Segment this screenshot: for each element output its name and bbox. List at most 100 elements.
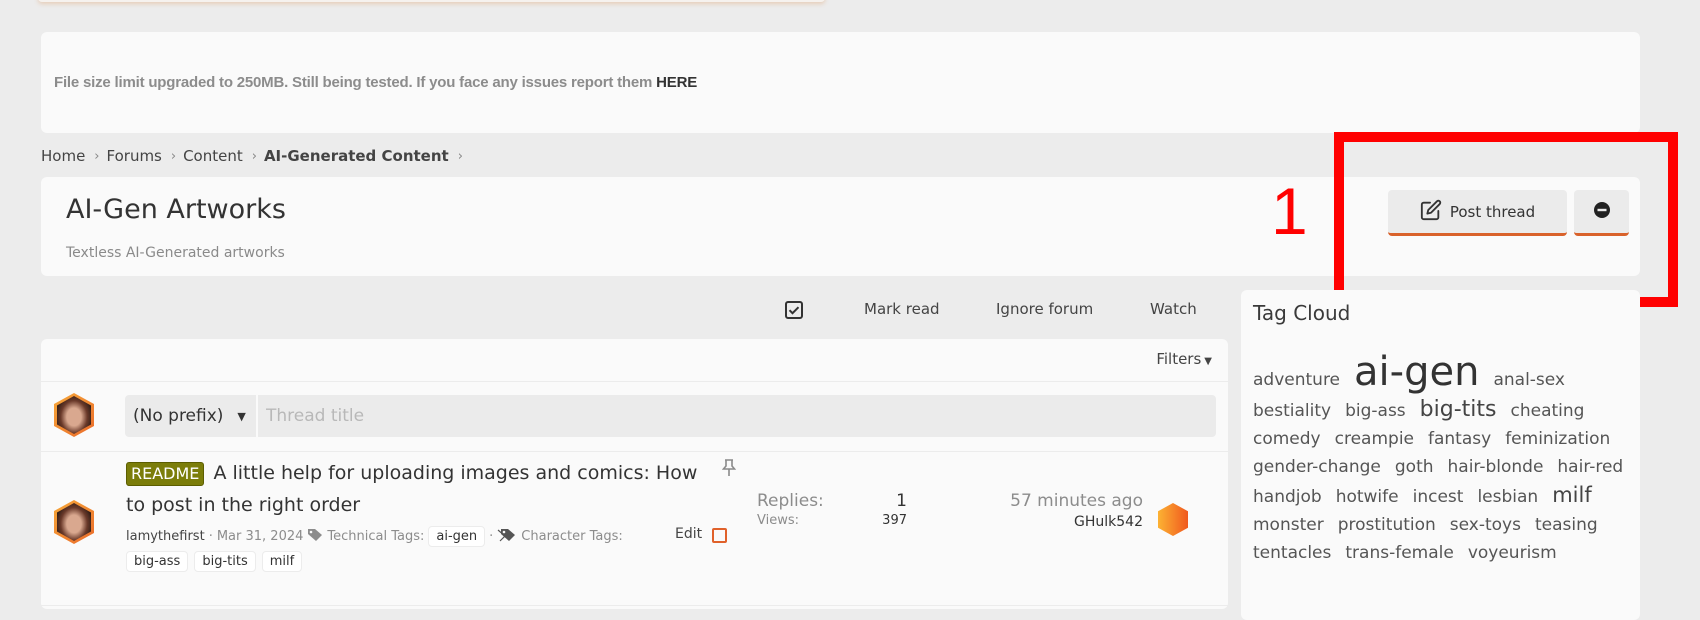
thread-meta: lamythefirst · Mar 31, 2024 Technical Ta…	[126, 526, 623, 547]
character-tags: big-ass big-tits milf	[126, 551, 303, 572]
tag-cloud-item[interactable]: creampie	[1335, 425, 1414, 453]
tag-cloud-item[interactable]: comedy	[1253, 425, 1321, 453]
character-tags-label: Character Tags:	[521, 529, 623, 544]
last-post: 57 minutes ago GHulk542	[1010, 491, 1143, 530]
tag-cloud-item[interactable]: sex-toys	[1450, 511, 1521, 539]
tag-cloud-item[interactable]: feminization	[1505, 425, 1610, 453]
thread-date[interactable]: Mar 31, 2024	[217, 529, 304, 544]
breadcrumb-forums[interactable]: Forums	[107, 147, 162, 165]
prefix-value: (No prefix)	[133, 406, 224, 426]
tag-cloud-item[interactable]: adventure	[1253, 366, 1340, 394]
page-title: AI-Gen Artworks	[66, 194, 286, 225]
breadcrumb-ai-generated-content[interactable]: AI-Generated Content	[264, 147, 449, 165]
tag-cloud-item[interactable]: goth	[1395, 453, 1434, 481]
forum-actions-bar: Mark read Ignore forum Watch	[770, 298, 1210, 322]
chevron-right-icon: ›	[94, 148, 100, 164]
avatar[interactable]	[54, 393, 94, 437]
tag-cloud-item[interactable]: handjob	[1253, 483, 1322, 511]
select-checkbox[interactable]	[712, 528, 727, 543]
notice-message: File size limit upgraded to 250MB. Still…	[54, 74, 653, 91]
thread-author[interactable]: lamythefirst	[126, 529, 205, 544]
tag-cloud-item[interactable]: big-tits	[1420, 396, 1497, 424]
chevron-right-icon: ›	[457, 148, 463, 164]
thread-row: README A little help for uploading image…	[41, 455, 1228, 605]
breadcrumb: Home › Forums › Content › AI-Generated C…	[41, 147, 470, 165]
top-banner-edge	[38, 0, 825, 2]
tag-cloud-item[interactable]: lesbian	[1477, 483, 1538, 511]
tag-cloud-item[interactable]: big-ass	[1345, 397, 1406, 425]
post-thread-label: Post thread	[1449, 202, 1536, 221]
replies-count: 1	[896, 491, 907, 511]
tag-cloud-item[interactable]: teasing	[1535, 511, 1598, 539]
tag-cloud-widget: Tag Cloud adventure ai-gen anal-sex bestial…	[1241, 290, 1640, 620]
annotation-number: 1	[1271, 174, 1308, 248]
tag-cloud-item[interactable]: trans-female	[1345, 539, 1453, 567]
views-count: 397	[882, 513, 907, 528]
filters-dropdown[interactable]: Filters ▼	[1156, 350, 1212, 368]
more-options-button[interactable]	[1574, 190, 1629, 236]
divider	[41, 451, 1228, 452]
tag-icon	[307, 528, 323, 546]
quick-thread-form: (No prefix) ▼	[125, 395, 1216, 437]
tag-cloud-title: Tag Cloud	[1253, 301, 1351, 325]
prefix-select[interactable]: (No prefix) ▼	[125, 395, 256, 437]
edit-button[interactable]: Edit	[675, 526, 702, 542]
tag-cloud-item[interactable]: cheating	[1510, 397, 1584, 425]
tag-cloud-item[interactable]: prostitution	[1338, 511, 1436, 539]
thread-stats: Replies: 1 Views: 397	[757, 491, 907, 528]
tag-chip[interactable]: milf	[261, 551, 303, 572]
mark-read-button[interactable]: Mark read	[864, 300, 940, 318]
pin-icon	[721, 459, 737, 481]
tags-icon	[497, 528, 517, 546]
filters-label: Filters	[1156, 350, 1202, 368]
tag-cloud-item[interactable]: voyeurism	[1468, 539, 1557, 567]
tag-chip[interactable]: big-tits	[194, 551, 256, 572]
minus-circle-icon	[1593, 201, 1611, 223]
tag-cloud-item[interactable]: tentacles	[1253, 539, 1331, 567]
chevron-right-icon: ›	[170, 148, 177, 164]
last-post-user[interactable]: GHulk542	[1010, 514, 1143, 530]
tag-cloud-item[interactable]: anal-sex	[1493, 366, 1565, 394]
tag-cloud-item[interactable]: hotwife	[1336, 483, 1399, 511]
last-poster-avatar[interactable]	[1158, 503, 1188, 536]
tag-cloud-item[interactable]: milf	[1552, 481, 1592, 509]
views-label: Views:	[757, 513, 800, 528]
thread-prefix-label: README	[126, 462, 205, 486]
thread-list: Filters▼ (No prefix) ▼ README A little h…	[41, 339, 1228, 609]
post-thread-button[interactable]: Post thread	[1388, 190, 1567, 236]
tag-cloud-item[interactable]: gender-change	[1253, 453, 1381, 481]
author-avatar[interactable]	[54, 500, 94, 544]
thread-main: README A little help for uploading image…	[126, 457, 726, 521]
ignore-forum-button[interactable]: Ignore forum	[996, 300, 1093, 318]
divider	[41, 381, 1228, 382]
tag-cloud-item[interactable]: bestiality	[1253, 397, 1331, 425]
tag-cloud-list: adventure ai-gen anal-sex bestiality big-ass…	[1253, 348, 1633, 567]
notice-link[interactable]: HERE	[656, 74, 697, 91]
page-description: Textless AI-Generated artworks	[66, 245, 285, 261]
chevron-right-icon: ›	[251, 148, 257, 164]
notice-panel: File size limit upgraded to 250MB. Still…	[41, 32, 1640, 133]
thread-title-input[interactable]	[258, 395, 1216, 437]
tag-cloud-item[interactable]: fantasy	[1428, 425, 1491, 453]
edit-icon	[1420, 199, 1442, 225]
watch-button[interactable]: Watch	[1150, 300, 1197, 318]
separator: ·	[208, 529, 213, 544]
breadcrumb-home[interactable]: Home	[41, 147, 85, 165]
thread-title-text[interactable]: A little help for uploading images and c…	[126, 462, 697, 516]
last-post-time[interactable]: 57 minutes ago	[1010, 491, 1143, 511]
tag-cloud-item[interactable]: hair-blonde	[1448, 453, 1544, 481]
caret-down-icon: ▼	[237, 409, 246, 423]
tag-chip[interactable]: ai-gen	[428, 526, 486, 547]
separator: ·	[489, 529, 494, 544]
replies-label: Replies:	[757, 491, 824, 511]
tag-cloud-item[interactable]: ai-gen	[1354, 348, 1479, 396]
breadcrumb-content[interactable]: Content	[183, 147, 243, 165]
tag-cloud-item[interactable]: hair-red	[1557, 453, 1623, 481]
tag-cloud-item[interactable]: incest	[1413, 483, 1464, 511]
tag-chip[interactable]: big-ass	[126, 551, 189, 572]
thread-title[interactable]: README A little help for uploading image…	[126, 457, 706, 521]
technical-tags-label: Technical Tags:	[327, 529, 425, 544]
checkbox-icon[interactable]	[785, 301, 803, 323]
tag-cloud-item[interactable]: monster	[1253, 511, 1324, 539]
notice-text: File size limit upgraded to 250MB. Still…	[54, 74, 697, 91]
